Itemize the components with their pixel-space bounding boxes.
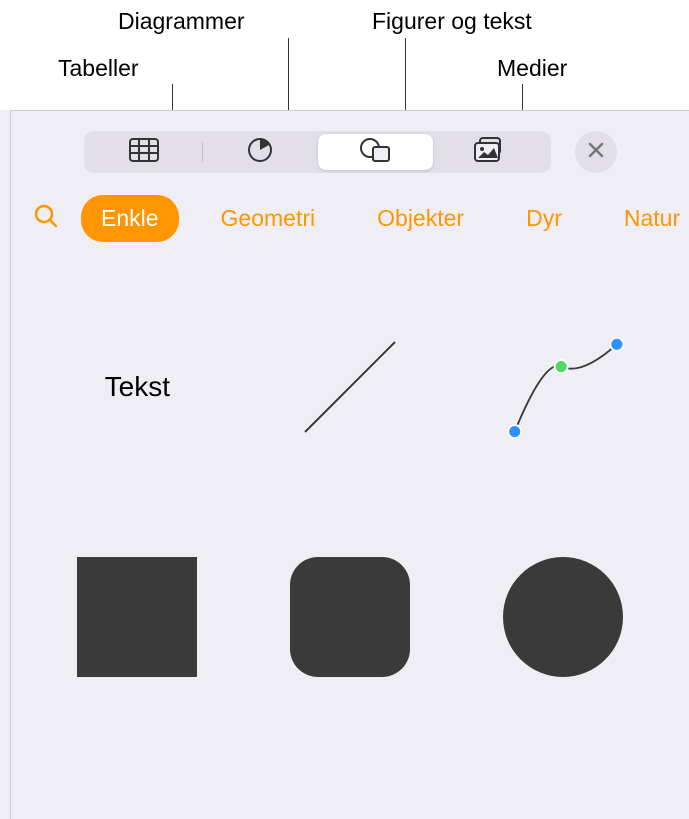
shapes-icon	[359, 137, 391, 168]
insert-type-segment	[84, 131, 551, 173]
text-shape-label: Tekst	[105, 371, 170, 403]
shape-text[interactable]: Tekst	[72, 322, 202, 452]
category-dyr[interactable]: Dyr	[506, 195, 582, 242]
category-geometri[interactable]: Geometri	[201, 195, 336, 242]
line-icon	[290, 327, 410, 447]
category-enkle[interactable]: Enkle	[81, 195, 179, 242]
square-icon	[77, 557, 197, 677]
category-row: Enkle Geometri Objekter Dyr Natur	[11, 185, 689, 262]
category-objekter[interactable]: Objekter	[357, 195, 484, 242]
shape-line[interactable]	[285, 322, 415, 452]
tables-tab[interactable]	[87, 134, 202, 170]
shape-circle[interactable]	[498, 552, 628, 682]
rounded-square-icon	[290, 557, 410, 677]
bezier-icon	[498, 327, 628, 447]
toolbar-row	[11, 111, 689, 185]
shapes-grid: Tekst	[11, 262, 689, 702]
media-tab[interactable]	[433, 134, 548, 170]
search-icon	[33, 203, 59, 234]
close-icon	[587, 141, 605, 164]
shape-square[interactable]	[72, 552, 202, 682]
search-button[interactable]	[33, 203, 59, 235]
callout-media: Medier	[497, 55, 567, 82]
pie-chart-icon	[247, 137, 273, 168]
shape-bezier[interactable]	[498, 322, 628, 452]
category-natur[interactable]: Natur	[604, 195, 689, 242]
shapes-tab[interactable]	[318, 134, 433, 170]
diagrams-tab[interactable]	[203, 134, 318, 170]
close-button[interactable]	[575, 131, 617, 173]
callout-shapes-text: Figurer og tekst	[372, 8, 532, 35]
callouts-area: Diagrammer Figurer og tekst Tabeller Med…	[0, 0, 689, 110]
table-icon	[129, 138, 159, 167]
callout-diagrams: Diagrammer	[118, 8, 245, 35]
insert-panel: Enkle Geometri Objekter Dyr Natur Tekst	[10, 110, 689, 819]
circle-icon	[503, 557, 623, 677]
shape-rounded-square[interactable]	[285, 552, 415, 682]
callout-tables: Tabeller	[58, 55, 139, 82]
media-icon	[474, 137, 506, 168]
